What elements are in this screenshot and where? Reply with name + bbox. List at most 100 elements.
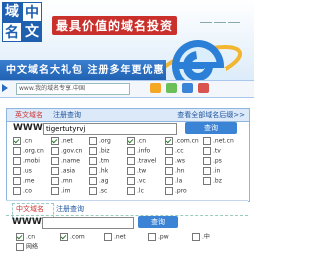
domain-extension-option[interactable]: .中 <box>192 233 210 242</box>
domain-extension-option[interactable]: .pro <box>165 187 187 196</box>
checkbox[interactable] <box>203 157 211 165</box>
checkbox[interactable] <box>13 177 21 185</box>
top-link[interactable] <box>228 14 240 23</box>
domain-extension-option[interactable]: .me <box>13 177 34 186</box>
domain-extension-option[interactable]: .gov.cn <box>51 147 82 156</box>
checkbox[interactable] <box>51 187 59 195</box>
checkbox[interactable] <box>127 137 135 145</box>
gift-promo-banner[interactable]: 中文域名大礼包 注册多年更优惠 <box>0 60 166 82</box>
domain-extension-option[interactable]: .ws <box>165 157 185 166</box>
checkbox[interactable] <box>165 187 173 195</box>
checkbox[interactable] <box>127 177 135 185</box>
quick-search-input[interactable]: www.我的域名专享.中国 <box>16 83 130 95</box>
tab-register-query[interactable]: 注册查询 <box>53 109 81 121</box>
domain-extension-option[interactable]: .name <box>51 157 80 166</box>
checkbox[interactable] <box>16 243 24 251</box>
checkbox[interactable] <box>51 167 59 175</box>
domain-extension-option[interactable]: .tv <box>203 147 221 156</box>
domain-extension-option[interactable]: .mn <box>51 177 73 186</box>
tab-register-query-cn[interactable]: 注册查询 <box>56 203 84 215</box>
domain-extension-option[interactable]: .in <box>203 167 220 176</box>
user-icon[interactable] <box>166 83 177 93</box>
domain-extension-option[interactable]: .org <box>89 137 111 146</box>
domain-extension-option[interactable]: .net.cn <box>203 137 234 146</box>
checkbox[interactable] <box>51 157 59 165</box>
checkbox[interactable] <box>13 167 21 175</box>
domain-extension-option[interactable]: .info <box>127 147 150 156</box>
top-link[interactable] <box>214 14 226 23</box>
domain-extension-option[interactable]: .tw <box>127 167 146 176</box>
tab-chinese-domain[interactable]: 中文域名 <box>16 203 44 215</box>
checkbox[interactable] <box>104 233 112 241</box>
checkbox[interactable] <box>203 167 211 175</box>
domain-extension-option[interactable]: .pw <box>148 233 169 242</box>
checkbox[interactable] <box>203 147 211 155</box>
checkbox[interactable] <box>127 147 135 155</box>
cart-icon[interactable] <box>182 83 193 93</box>
domain-extension-option[interactable]: .ps <box>203 157 222 166</box>
domain-extension-option[interactable]: .lc <box>127 187 144 196</box>
checkbox[interactable] <box>165 147 173 155</box>
checkbox[interactable] <box>51 147 59 155</box>
checkbox[interactable] <box>51 137 59 145</box>
checkbox[interactable] <box>203 137 211 145</box>
site-logo[interactable]: 域 中 名 文 <box>2 2 44 44</box>
domain-extension-option[interactable]: .travel <box>127 157 156 166</box>
domain-extension-option[interactable]: .la <box>165 177 182 186</box>
checkbox[interactable] <box>148 233 156 241</box>
domain-extension-option[interactable]: .mobi <box>13 157 40 166</box>
top-link[interactable] <box>200 14 212 23</box>
domain-extension-option[interactable]: .com.cn <box>165 137 199 146</box>
checkbox[interactable] <box>127 187 135 195</box>
checkbox[interactable] <box>13 187 21 195</box>
tab-english-domain[interactable]: 英文域名 <box>15 109 43 121</box>
domain-extension-option[interactable]: .net <box>104 233 126 242</box>
domain-extension-option[interactable]: .biz <box>89 147 110 156</box>
checkbox[interactable] <box>16 233 24 241</box>
domain-extension-option[interactable]: .us <box>13 167 32 176</box>
checkbox[interactable] <box>192 233 200 241</box>
checkbox[interactable] <box>127 157 135 165</box>
domain-extension-option[interactable]: .im <box>51 187 70 196</box>
help-icon[interactable] <box>150 83 161 93</box>
domain-extension-option[interactable]: .tm <box>89 157 109 166</box>
domain-extension-option[interactable]: .org.cn <box>13 147 44 156</box>
checkbox[interactable] <box>13 147 21 155</box>
checkbox[interactable] <box>203 177 211 185</box>
checkbox[interactable] <box>89 137 97 145</box>
domain-extension-option[interactable]: .cn <box>13 137 32 146</box>
cn-domain-search-input[interactable] <box>42 217 134 229</box>
checkbox[interactable] <box>13 137 21 145</box>
checkbox[interactable] <box>127 167 135 175</box>
checkbox[interactable] <box>89 167 97 175</box>
checkbox[interactable] <box>51 177 59 185</box>
checkbox[interactable] <box>89 147 97 155</box>
domain-search-input[interactable]: tigertutyrvj <box>43 123 177 135</box>
checkbox[interactable] <box>60 233 68 241</box>
checkbox[interactable] <box>165 177 173 185</box>
checkbox[interactable] <box>13 157 21 165</box>
checkbox[interactable] <box>165 157 173 165</box>
mail-icon[interactable] <box>198 83 209 93</box>
domain-extension-option[interactable]: .net <box>51 137 73 146</box>
checkbox[interactable] <box>165 167 173 175</box>
domain-extension-option[interactable]: .sc <box>89 187 107 196</box>
domain-extension-option[interactable]: .bz <box>203 177 222 186</box>
query-button[interactable]: 查询 <box>185 122 237 134</box>
cn-query-button[interactable]: 查询 <box>138 216 178 228</box>
domain-extension-option[interactable]: .cn <box>127 137 146 146</box>
domain-extension-option[interactable]: .vc <box>127 177 146 186</box>
domain-extension-option[interactable]: .ag <box>89 177 108 186</box>
view-all-suffixes-link[interactable]: 查看全部域名后缀>> <box>177 109 245 121</box>
domain-extension-option[interactable]: .asia <box>51 167 75 176</box>
domain-extension-option[interactable]: .hk <box>89 167 108 176</box>
domain-extension-option[interactable]: .co <box>13 187 32 196</box>
checkbox[interactable] <box>89 157 97 165</box>
domain-extension-option[interactable]: .hn <box>165 167 185 176</box>
domain-extension-option[interactable]: 网络 <box>16 243 38 252</box>
checkbox[interactable] <box>165 137 173 145</box>
domain-extension-option[interactable]: .cn <box>16 233 35 242</box>
checkbox[interactable] <box>89 177 97 185</box>
domain-extension-option[interactable]: .com <box>60 233 85 242</box>
checkbox[interactable] <box>89 187 97 195</box>
